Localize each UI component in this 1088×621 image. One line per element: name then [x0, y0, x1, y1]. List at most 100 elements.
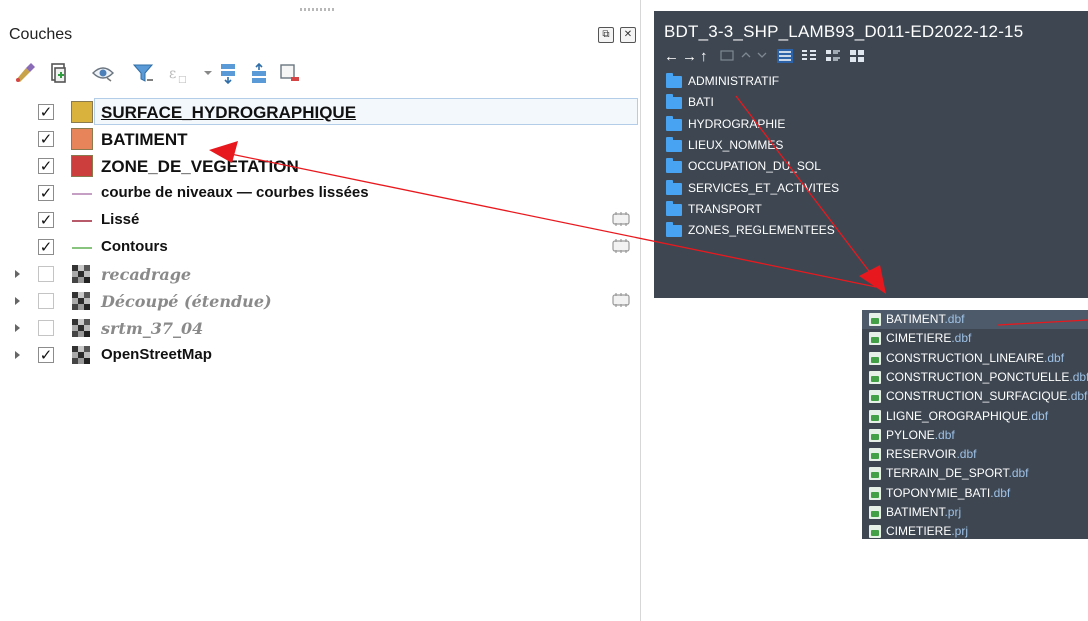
add-group-icon[interactable]	[46, 60, 72, 86]
chevron-up-icon[interactable]	[740, 48, 752, 66]
layer-row[interactable]: ✓ Contours	[0, 235, 640, 263]
layer-visibility-checkbox[interactable]: ✓	[38, 212, 54, 228]
file-extension: .dbf	[1044, 350, 1065, 365]
layer-name[interactable]: OpenStreetMap	[101, 346, 212, 363]
layer-row[interactable]: ✓ SURFACE_HYDROGRAPHIQUE	[0, 98, 640, 128]
expand-arrow-icon[interactable]	[15, 270, 20, 278]
layer-visibility-checkbox[interactable]: ✓	[38, 104, 54, 120]
layer-visibility-checkbox[interactable]: ✓	[38, 239, 54, 255]
layer-visibility-checkbox[interactable]	[38, 293, 54, 309]
file-item[interactable]: CONSTRUCTION_LINEAIRE.dbf	[862, 349, 1088, 368]
layer-visibility-checkbox[interactable]: ✓	[38, 347, 54, 363]
folder-item[interactable]: LIEUX_NOMMES	[666, 136, 1066, 157]
layer-name[interactable]: recadrage	[101, 265, 191, 284]
tiles-view-icon[interactable]	[824, 48, 842, 66]
shapefile-data-icon	[869, 409, 881, 423]
embedded-layer-icon[interactable]	[610, 210, 632, 228]
layer-name[interactable]: srtm_37_04	[101, 319, 203, 338]
file-basename: BATIMENT	[886, 312, 945, 326]
layer-name[interactable]: ZONE_DE_VEGETATION	[101, 157, 299, 177]
remove-layer-icon[interactable]	[276, 60, 302, 86]
file-basename: TERRAIN_DE_SPORT	[886, 466, 1009, 481]
folder-icon	[666, 73, 682, 88]
folder-label: ADMINISTRATIF	[688, 74, 780, 88]
details-view-icon[interactable]	[776, 48, 794, 66]
layer-visibility-checkbox[interactable]	[38, 320, 54, 336]
file-label: CIMETIERE.dbf	[886, 331, 971, 345]
file-item[interactable]: TOPONYMIE_BATI.dbf	[862, 484, 1088, 503]
folder-item[interactable]: TRANSPORT	[666, 200, 1066, 221]
layer-name[interactable]: Lissé	[101, 211, 139, 228]
layer-name[interactable]: courbe de niveaux — courbes lissées	[101, 184, 369, 201]
panel-title: Couches	[9, 26, 73, 43]
file-label: CIMETIERE.prj	[886, 524, 968, 538]
folder-label: HYDROGRAPHIE	[688, 116, 786, 131]
file-item[interactable]: CONSTRUCTION_SURFACIQUE.dbf	[862, 387, 1088, 406]
file-label: TOPONYMIE_BATI.dbf	[886, 486, 1010, 500]
folder-item[interactable]: SERVICES_ET_ACTIVITES	[666, 179, 1066, 200]
folder-label: LIEUX_NOMMES	[688, 137, 784, 152]
layer-row[interactable]: ✓ OpenStreetMap	[0, 343, 640, 371]
forward-arrow-icon[interactable]: →	[682, 48, 697, 66]
file-item[interactable]: TERRAIN_DE_SPORT.dbf	[862, 464, 1088, 483]
file-extension: .dbf	[951, 331, 972, 346]
close-panel-button[interactable]: ✕	[620, 27, 636, 43]
filter-legend-icon[interactable]	[130, 60, 156, 86]
expand-arrow-icon[interactable]	[15, 297, 20, 305]
up-arrow-icon[interactable]: ↑	[700, 48, 708, 66]
file-extension: .prj	[951, 524, 969, 539]
fill-symbol-icon[interactable]	[71, 101, 93, 123]
layer-visibility-checkbox[interactable]: ✓	[38, 185, 54, 201]
embedded-layer-icon[interactable]	[610, 291, 632, 309]
layer-row[interactable]: ✓ Lissé	[0, 208, 640, 236]
folder-icon	[666, 222, 682, 238]
panel-drag-grip[interactable]	[300, 8, 334, 11]
back-arrow-icon[interactable]: ←	[664, 48, 679, 66]
expand-all-icon[interactable]	[215, 60, 241, 86]
folder-item[interactable]: ADMINISTRATIF	[666, 72, 1066, 93]
file-item[interactable]: RESERVOIR.dbf	[862, 445, 1088, 464]
layer-visibility-checkbox[interactable]: ✓	[38, 131, 54, 147]
list-view-icon[interactable]	[800, 48, 818, 66]
embedded-layer-icon[interactable]	[610, 237, 632, 255]
folder-item[interactable]: OCCUPATION_DU_SOL	[666, 157, 1066, 178]
file-item[interactable]: BATIMENT.dbf	[862, 310, 1088, 329]
file-item[interactable]: PYLONE.dbf	[862, 426, 1088, 445]
icons-view-icon[interactable]	[848, 48, 866, 66]
line-symbol-icon[interactable]	[72, 193, 92, 195]
collapse-all-icon[interactable]	[246, 60, 272, 86]
file-item[interactable]: LIGNE_OROGRAPHIQUE.dbf	[862, 407, 1088, 426]
fill-symbol-icon[interactable]	[71, 155, 93, 177]
line-symbol-icon[interactable]	[72, 220, 92, 222]
recent-folders-icon[interactable]	[720, 48, 734, 66]
style-manager-icon[interactable]	[12, 60, 38, 86]
folder-item[interactable]: HYDROGRAPHIE	[666, 115, 1066, 136]
expand-arrow-icon[interactable]	[15, 324, 20, 332]
layer-name[interactable]: SURFACE_HYDROGRAPHIQUE	[101, 103, 356, 123]
visibility-eye-icon[interactable]	[90, 60, 116, 86]
file-item[interactable]: CIMETIERE.prj	[862, 522, 1088, 539]
layer-name[interactable]: Découpé (étendue)	[101, 292, 272, 311]
expand-arrow-icon[interactable]	[15, 351, 20, 359]
layer-row[interactable]: ✓ BATIMENT	[0, 127, 640, 155]
file-item[interactable]: BATIMENT.prj	[862, 503, 1088, 522]
file-item[interactable]: CIMETIERE.dbf	[862, 329, 1088, 348]
chevron-down-icon[interactable]	[756, 48, 768, 66]
panel-divider[interactable]	[640, 0, 641, 621]
file-item[interactable]: CONSTRUCTION_PONCTUELLE.dbf	[862, 368, 1088, 387]
layer-name[interactable]: Contours	[101, 238, 168, 255]
layer-visibility-checkbox[interactable]: ✓	[38, 158, 54, 174]
layer-visibility-checkbox[interactable]	[38, 266, 54, 282]
layer-row[interactable]: srtm_37_04	[0, 316, 640, 344]
fill-symbol-icon[interactable]	[71, 128, 93, 150]
layer-row[interactable]: Découpé (étendue)	[0, 289, 640, 317]
file-label: BATIMENT.dbf	[886, 312, 964, 326]
float-panel-button[interactable]: ⧉	[598, 27, 614, 43]
folder-item[interactable]: BATI	[666, 93, 1066, 114]
layer-row[interactable]: recadrage	[0, 262, 640, 290]
line-symbol-icon[interactable]	[72, 247, 92, 249]
layer-row[interactable]: ✓ ZONE_DE_VEGETATION	[0, 154, 640, 182]
folder-item[interactable]: ZONES_REGLEMENTEES	[666, 221, 1066, 242]
layer-row[interactable]: ✓ courbe de niveaux — courbes lissées	[0, 181, 640, 209]
layer-name[interactable]: BATIMENT	[101, 130, 188, 150]
